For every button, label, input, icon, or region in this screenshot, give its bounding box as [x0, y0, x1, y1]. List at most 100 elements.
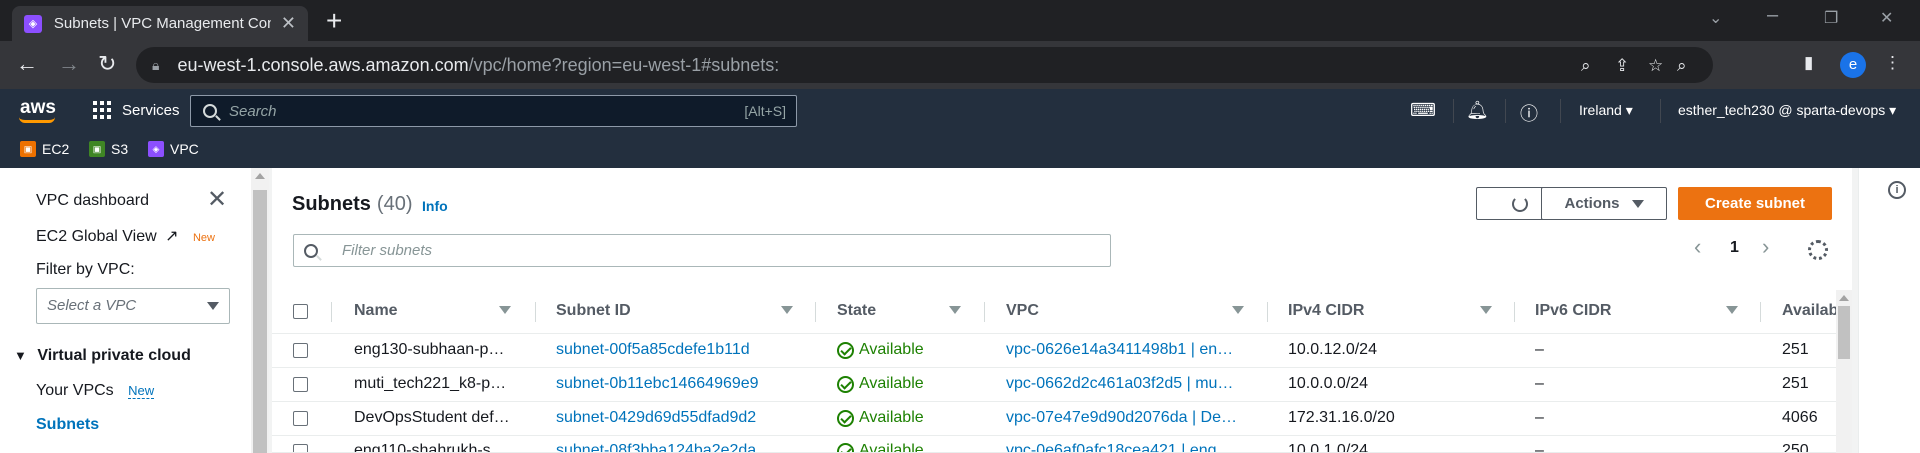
aws-top-nav: aws Services Search [Alt+S] ⌨ 🔔︎ ⓘ Irela… — [0, 89, 1920, 132]
check-circle-icon — [837, 375, 854, 393]
address-bar[interactable]: 🔒︎ eu-west-1.console.aws.amazon.com/vpc/… — [136, 47, 1713, 83]
tab-search-chevron-icon[interactable]: ⌄ — [1709, 8, 1722, 28]
column-header-name[interactable]: Name — [354, 302, 398, 320]
minimize-window-button[interactable]: – — [1767, 4, 1778, 27]
new-tab-button[interactable]: + — [326, 7, 342, 35]
table-row[interactable]: DevOpsStudent def… subnet-0429d69d55dfad… — [272, 402, 1836, 436]
table-scrollbar-thumb[interactable] — [1838, 306, 1850, 359]
sort-icon[interactable] — [1480, 306, 1492, 314]
column-header-ipv6-cidr[interactable]: IPv6 CIDR — [1535, 302, 1611, 320]
vpc-filter-select[interactable]: Select a VPC — [36, 288, 230, 324]
cell-subnet-id-link[interactable]: subnet-00f5a85cdefe1b11d — [556, 341, 750, 359]
column-divider — [1760, 302, 1761, 322]
tab-title: Subnets | VPC Management Console — [53, 15, 271, 32]
search-placeholder: Search — [229, 102, 277, 120]
sort-icon[interactable] — [781, 306, 793, 314]
cell-vpc-link[interactable]: vpc-0e6af0afc18cea421 | eng… — [1006, 442, 1246, 452]
sidebar-section-virtual-private-cloud[interactable]: ▼ Virtual private cloud — [14, 347, 191, 365]
sort-icon[interactable] — [949, 306, 961, 314]
create-subnet-button[interactable]: Create subnet — [1678, 187, 1832, 220]
close-tab-icon[interactable]: ✕ — [281, 13, 296, 34]
cell-subnet-id-link[interactable]: subnet-0429d69d55dfad9d2 — [556, 409, 756, 427]
actions-dropdown-button[interactable]: Actions — [1541, 187, 1667, 220]
forward-arrow-icon[interactable]: → — [58, 52, 80, 76]
state-label: Available — [859, 341, 924, 358]
side-panel-icon[interactable]: ▮ — [1804, 53, 1813, 73]
column-header-state[interactable]: State — [837, 302, 876, 320]
close-window-button[interactable]: ✕ — [1880, 8, 1893, 28]
new-badge: New — [192, 232, 215, 244]
cell-name: eng110-shahrukh-s… — [354, 442, 507, 453]
help-icon[interactable]: ⓘ — [1520, 100, 1538, 126]
cell-ipv6-cidr: – — [1535, 375, 1544, 392]
scroll-up-icon[interactable] — [255, 173, 265, 179]
region-selector[interactable]: Ireland ▾ — [1579, 102, 1633, 119]
sidebar-scrollbar-thumb[interactable] — [253, 190, 267, 453]
account-menu[interactable]: esther_tech230 @ sparta-devops ▾ — [1678, 102, 1896, 119]
next-page-icon[interactable]: › — [1762, 234, 1769, 260]
cell-subnet-id-link[interactable]: subnet-0b11ebc14664969e9 — [556, 375, 759, 393]
column-divider — [331, 302, 332, 322]
select-all-checkbox[interactable] — [293, 304, 308, 319]
cell-available-ips: 251 — [1782, 375, 1809, 392]
gear-icon[interactable] — [1808, 240, 1828, 260]
zoom-icon[interactable]: ⌕ — [1677, 56, 1687, 76]
sort-icon[interactable] — [1232, 306, 1244, 314]
nav-divider — [1660, 99, 1661, 123]
info-link[interactable]: Info — [422, 198, 448, 214]
column-header-vpc[interactable]: VPC — [1006, 302, 1039, 320]
reload-icon[interactable]: ↻ — [98, 52, 116, 76]
state-label: Available — [859, 409, 924, 426]
favorite-label: VPC — [170, 141, 199, 157]
cell-vpc-link[interactable]: vpc-07e47e9d90d2076da | De… — [1006, 409, 1246, 427]
column-header-ipv4-cidr[interactable]: IPv4 CIDR — [1288, 302, 1364, 320]
filter-subnets-input[interactable]: Filter subnets — [293, 234, 1111, 267]
cell-ipv4-cidr: 10.0.12.0/24 — [1288, 341, 1377, 358]
bookmark-star-icon[interactable]: ☆ — [1648, 56, 1663, 76]
row-checkbox[interactable] — [293, 411, 308, 426]
favorite-vpc[interactable]: ◈ VPC — [148, 141, 199, 157]
notifications-bell-icon[interactable]: 🔔︎ — [1466, 100, 1489, 121]
sidebar-item-subnets[interactable]: Subnets — [36, 416, 99, 434]
cell-state: Available — [837, 375, 924, 393]
row-checkbox[interactable] — [293, 343, 308, 358]
browser-tab-active[interactable]: ◈ Subnets | VPC Management Console ✕ — [12, 6, 308, 41]
search-page-icon[interactable]: ⌕ — [1581, 56, 1591, 76]
row-checkbox[interactable] — [293, 377, 308, 392]
cell-vpc-link[interactable]: vpc-0662d2c461a03f2d5 | mu… — [1006, 375, 1246, 393]
favorite-s3[interactable]: ▣ S3 — [89, 141, 128, 157]
column-divider — [535, 302, 536, 322]
sidebar-item-ec2-global-view[interactable]: EC2 Global View ↗ New — [36, 226, 215, 246]
sort-icon[interactable] — [1726, 306, 1738, 314]
table-row[interactable]: eng130-subhaan-p… subnet-00f5a85cdefe1b1… — [272, 334, 1836, 368]
sidebar-item-vpc-dashboard[interactable]: VPC dashboard — [36, 192, 149, 210]
share-icon[interactable]: ⇪ — [1615, 56, 1629, 76]
scroll-up-icon[interactable] — [1839, 295, 1849, 301]
close-icon[interactable]: ✕ — [207, 188, 227, 212]
page-number-1[interactable]: 1 — [1730, 239, 1739, 257]
aws-logo[interactable]: aws — [20, 97, 56, 119]
cell-subnet-id-link[interactable]: subnet-08f3bba124ba2e2da — [556, 442, 756, 452]
favorite-label: EC2 — [42, 141, 70, 157]
cloudshell-icon[interactable]: ⌨ — [1410, 100, 1436, 121]
restore-window-button[interactable]: ❐ — [1824, 8, 1838, 28]
row-checkbox[interactable] — [293, 444, 308, 452]
favorite-ec2[interactable]: ▣ EC2 — [20, 141, 69, 157]
table-row[interactable]: eng110-shahrukh-s… subnet-08f3bba124ba2e… — [272, 436, 1836, 453]
favorite-label: S3 — [111, 141, 129, 157]
sidebar-item-your-vpcs[interactable]: Your VPCs New — [36, 382, 155, 400]
console-search-input[interactable]: Search [Alt+S] — [190, 95, 797, 127]
sort-icon[interactable] — [499, 306, 511, 314]
info-panel-icon[interactable]: i — [1888, 181, 1906, 199]
column-header-subnet-id[interactable]: Subnet ID — [556, 302, 631, 320]
services-menu-button[interactable]: Services — [93, 101, 180, 119]
cell-ipv6-cidr: – — [1535, 341, 1544, 358]
column-header-availability[interactable]: Availab — [1782, 302, 1838, 320]
previous-page-icon[interactable]: ‹ — [1694, 234, 1701, 260]
back-arrow-icon[interactable]: ← — [16, 52, 38, 76]
menu-kebab-icon[interactable]: ⋮ — [1884, 53, 1901, 73]
table-row[interactable]: muti_tech221_k8-p… subnet-0b11ebc1466496… — [272, 368, 1836, 402]
cell-vpc-link[interactable]: vpc-0626e14a3411498b1 | en… — [1006, 341, 1246, 359]
profile-avatar[interactable]: e — [1840, 52, 1866, 78]
lock-icon[interactable]: 🔒︎ — [152, 57, 159, 74]
